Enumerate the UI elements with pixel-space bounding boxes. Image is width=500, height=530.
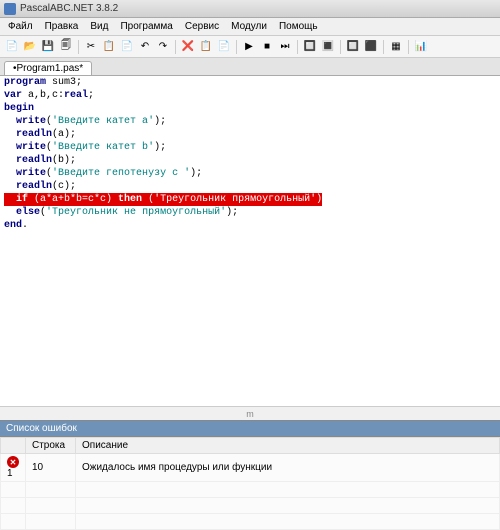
error-col-header[interactable]: Строка (26, 438, 76, 454)
menu-Помощь[interactable]: Помощь (273, 21, 324, 32)
code-line[interactable]: readln(a); (0, 128, 500, 141)
code-line[interactable]: if (a*a+b*b=c*c) then ('Треугольник прям… (0, 193, 500, 206)
error-line-no: 10 (26, 454, 76, 482)
error-row-empty (1, 482, 500, 498)
code-line[interactable]: write('Введите гепотенузу c '); (0, 167, 500, 180)
horizontal-scrollbar[interactable]: m (0, 406, 500, 420)
code-line[interactable]: write('Введите катет b'); (0, 141, 500, 154)
toolbar-separator (383, 40, 384, 54)
error-index: 1 (7, 468, 13, 479)
titlebar: PascalABC.NET 3.8.2 (0, 0, 500, 18)
menubar: ФайлПравкаВидПрограммаСервисМодулиПомощь (0, 18, 500, 36)
code-editor[interactable]: program sum3;var a,b,c:real;begin write(… (0, 76, 500, 406)
toolbar-btn-5[interactable]: ✂ (83, 39, 99, 55)
tabbar: •Program1.pas* (0, 58, 500, 76)
error-description: Ожидалось имя процедуры или функции (76, 454, 500, 482)
toolbar-btn-11[interactable]: ❌ (180, 39, 196, 55)
error-row-empty (1, 514, 500, 530)
toolbar-btn-25[interactable]: ▦ (388, 39, 404, 55)
error-col-header[interactable]: Описание (76, 438, 500, 454)
toolbar-btn-15[interactable]: ▶ (241, 39, 257, 55)
toolbar-btn-1[interactable]: 📂 (22, 39, 38, 55)
scroll-marker: m (246, 409, 254, 419)
code-line[interactable]: write('Введите катет a'); (0, 115, 500, 128)
code-line[interactable]: begin (0, 102, 500, 115)
toolbar-btn-23[interactable]: ⬛ (363, 39, 379, 55)
toolbar-btn-2[interactable]: 💾 (40, 39, 56, 55)
menu-Программа[interactable]: Программа (114, 21, 178, 32)
toolbar-btn-0[interactable]: 📄 (4, 39, 20, 55)
app-title: PascalABC.NET 3.8.2 (20, 3, 118, 14)
toolbar-separator (236, 40, 237, 54)
toolbar-separator (175, 40, 176, 54)
error-row[interactable]: ✕ 1 10Ожидалось имя процедуры или функции (1, 454, 500, 482)
menu-Модули[interactable]: Модули (225, 21, 273, 32)
code-line[interactable]: readln(c); (0, 180, 500, 193)
toolbar-btn-8[interactable]: ↶ (137, 39, 153, 55)
code-line[interactable]: else('Треугольник не прямоугольный'); (0, 206, 500, 219)
toolbar-separator (340, 40, 341, 54)
code-line[interactable]: program sum3; (0, 76, 500, 89)
toolbar-btn-9[interactable]: ↷ (155, 39, 171, 55)
toolbar-btn-27[interactable]: 📊 (413, 39, 429, 55)
toolbar-btn-16[interactable]: ■ (259, 39, 275, 55)
code-line[interactable]: var a,b,c:real; (0, 89, 500, 102)
menu-Правка[interactable]: Правка (39, 21, 85, 32)
tab-program1[interactable]: •Program1.pas* (4, 61, 92, 75)
error-table: СтрокаОписание ✕ 1 10Ожидалось имя процед… (0, 437, 500, 530)
toolbar-btn-7[interactable]: 📄 (119, 39, 135, 55)
toolbar-btn-17[interactable]: ⏭ (277, 39, 293, 55)
menu-Вид[interactable]: Вид (84, 21, 114, 32)
toolbar-btn-13[interactable]: 📄 (216, 39, 232, 55)
toolbar-btn-3[interactable]: 🗐 (58, 39, 74, 55)
toolbar-btn-12[interactable]: 📋 (198, 39, 214, 55)
toolbar-btn-20[interactable]: 🔳 (320, 39, 336, 55)
code-line[interactable]: readln(b); (0, 154, 500, 167)
toolbar-separator (78, 40, 79, 54)
code-line[interactable]: end. (0, 219, 500, 232)
toolbar-btn-19[interactable]: 🔲 (302, 39, 318, 55)
toolbar-btn-6[interactable]: 📋 (101, 39, 117, 55)
error-panel-header[interactable]: Список ошибок (0, 420, 500, 437)
toolbar-btn-22[interactable]: 🔲 (345, 39, 361, 55)
toolbar: 📄📂💾🗐✂📋📄↶↷❌📋📄▶■⏭🔲🔳🔲⬛▦📊 (0, 36, 500, 58)
toolbar-separator (408, 40, 409, 54)
toolbar-separator (297, 40, 298, 54)
error-col-header[interactable] (1, 438, 26, 454)
error-icon: ✕ (7, 456, 19, 468)
menu-Сервис[interactable]: Сервис (179, 21, 225, 32)
app-icon (4, 3, 16, 15)
menu-Файл[interactable]: Файл (2, 21, 39, 32)
